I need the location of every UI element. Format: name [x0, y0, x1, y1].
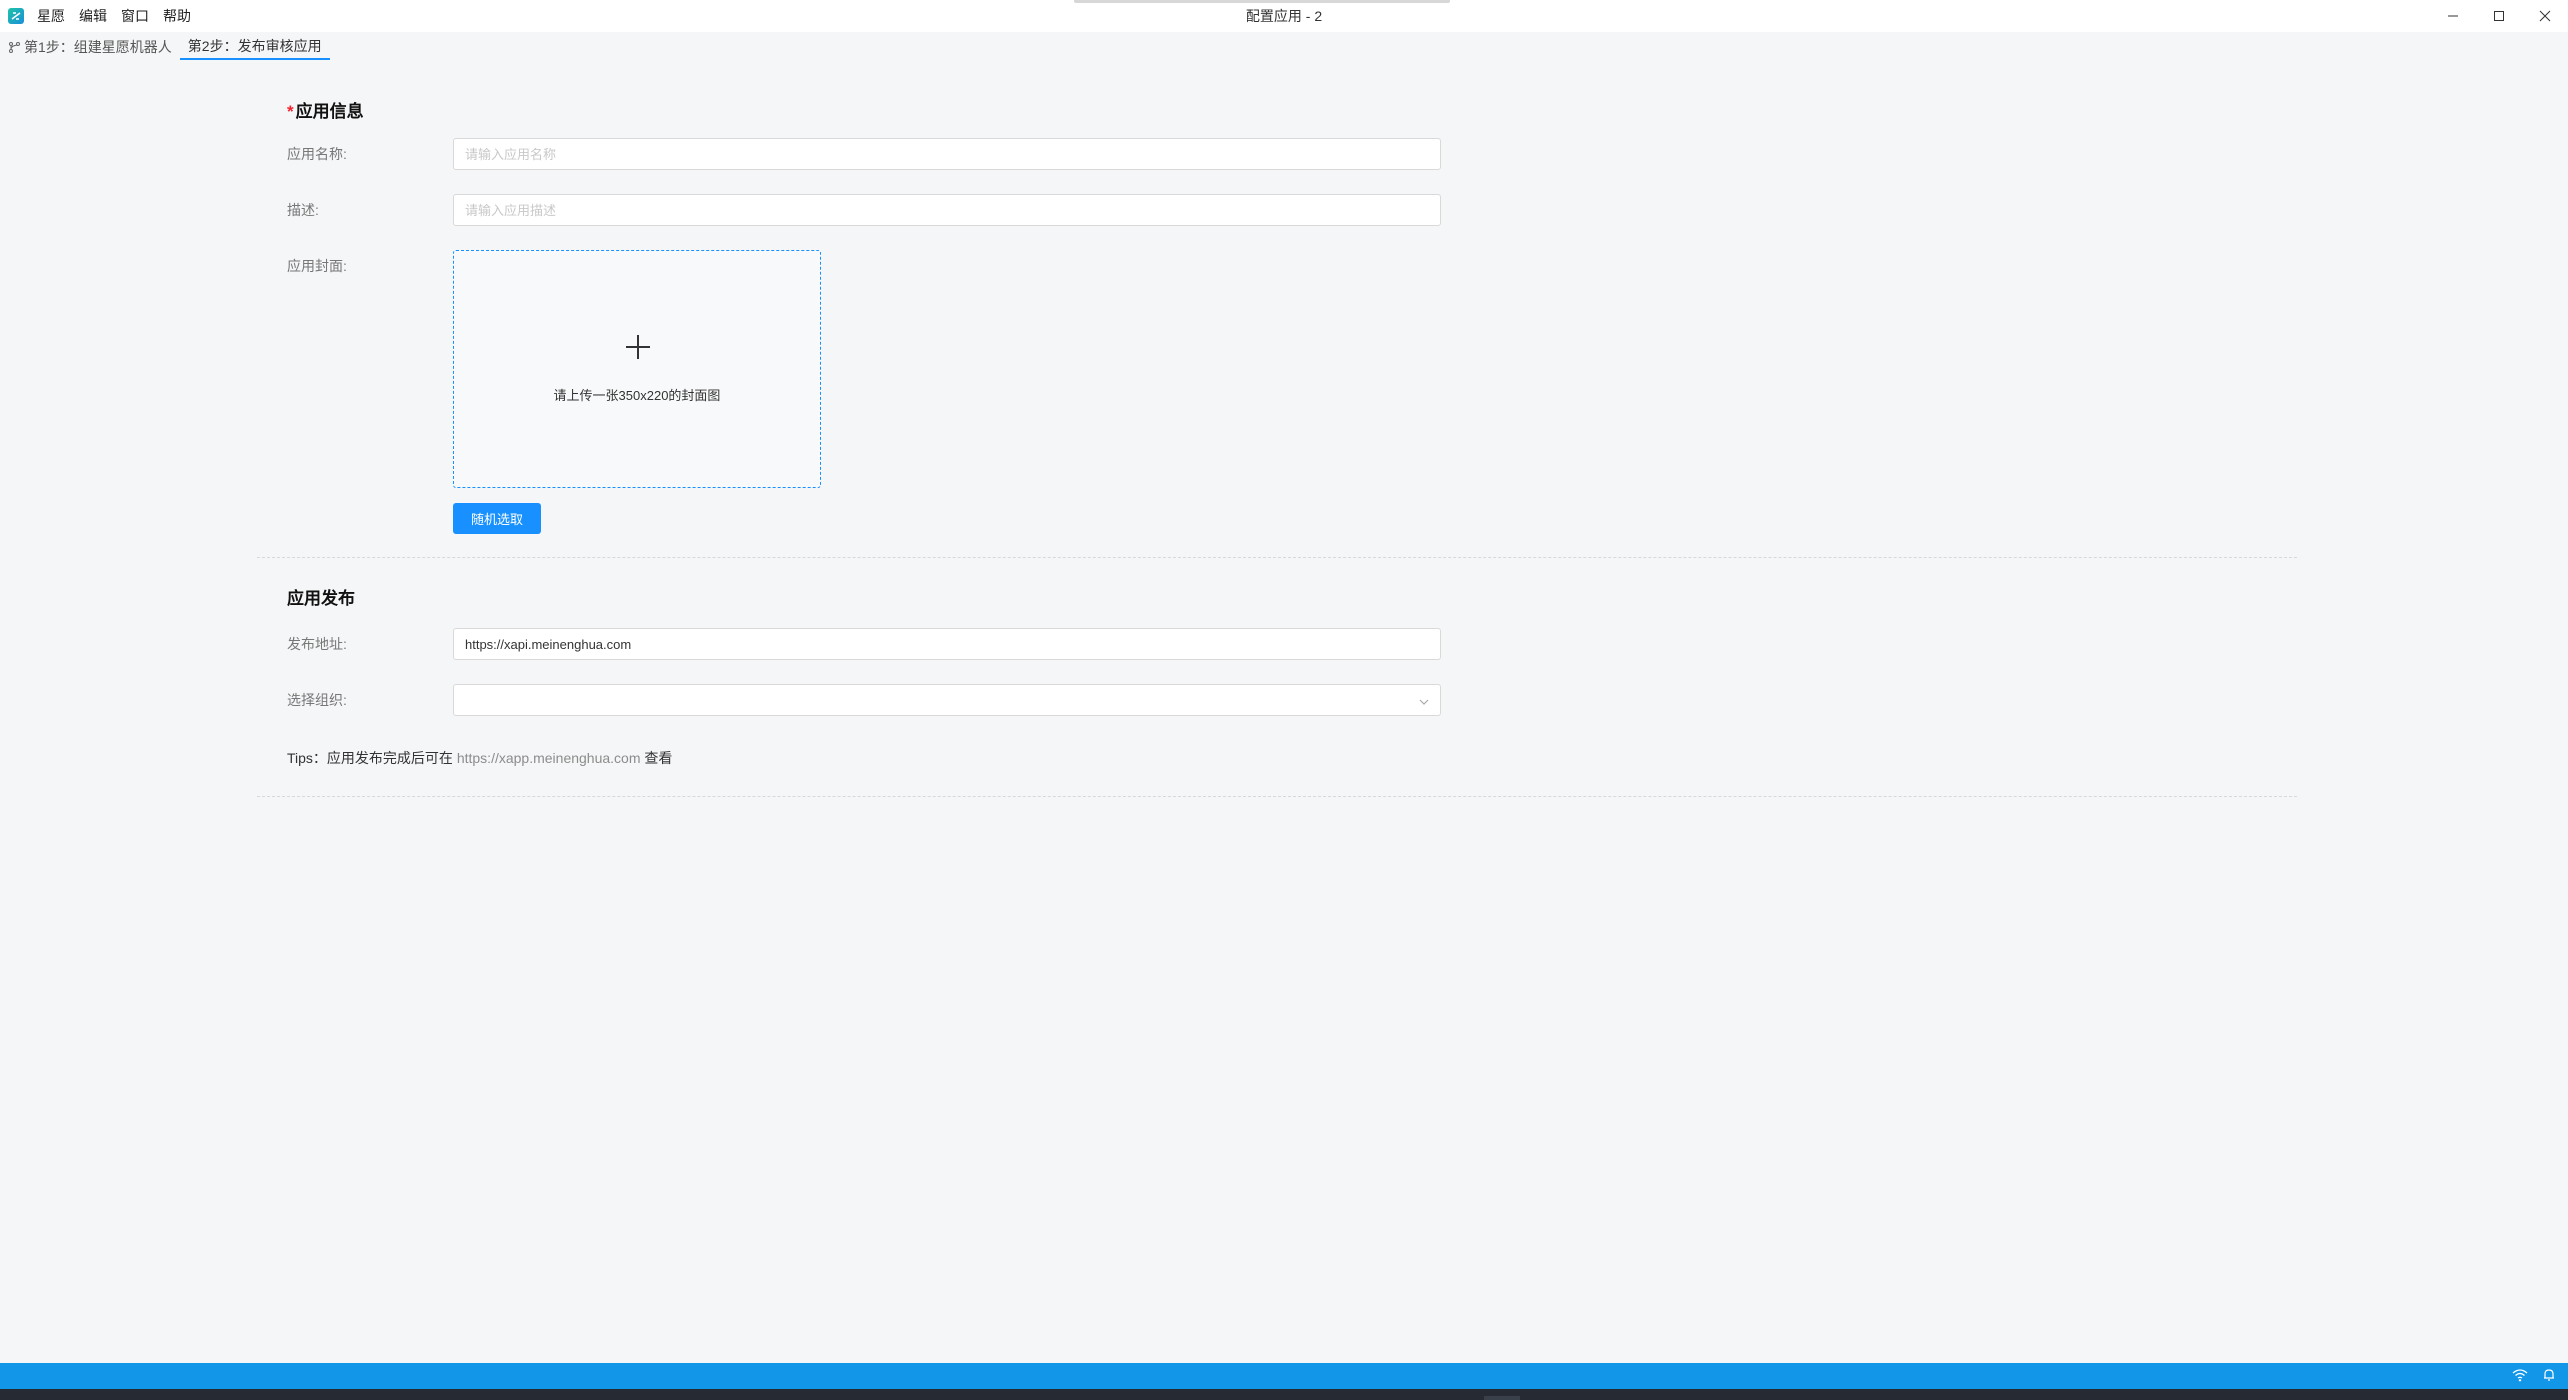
branch-icon — [8, 41, 20, 53]
minimize-icon — [2448, 15, 2458, 17]
minimize-button[interactable] — [2430, 0, 2476, 32]
organization-select[interactable] — [453, 684, 1441, 716]
tips-suffix: 查看 — [644, 750, 673, 766]
status-icons — [2512, 1368, 2556, 1387]
main-content: *应用信息 应用名称: 描述: 应用封面: 请上传一张350x220的封面图 随… — [0, 60, 2568, 1363]
close-button[interactable] — [2522, 0, 2568, 32]
plus-icon — [625, 334, 651, 365]
window-drag-handle[interactable] — [1074, 0, 1450, 3]
tab-step-2-label: 第2步：发布审核应用 — [187, 38, 322, 54]
maximize-icon — [2494, 11, 2504, 21]
menu-item-window[interactable]: 窗口 — [114, 0, 156, 32]
chevron-down-icon — [1418, 695, 1430, 713]
taskbar-indicator — [1484, 1396, 1520, 1400]
description-label: 描述: — [287, 202, 319, 218]
maximize-button[interactable] — [2476, 0, 2522, 32]
menu-item-edit[interactable]: 编辑 — [72, 0, 114, 32]
tips-prefix: Tips：应用发布完成后可在 — [287, 750, 453, 766]
required-mark: * — [287, 102, 294, 121]
random-select-button[interactable]: 随机选取 — [453, 503, 541, 534]
tab-step-2[interactable]: 第2步：发布审核应用 — [179, 34, 330, 60]
organization-label: 选择组织: — [287, 692, 347, 708]
app-name-input[interactable] — [453, 138, 1441, 170]
app-name-label: 应用名称: — [287, 146, 347, 162]
publish-address-label: 发布地址: — [287, 636, 347, 652]
app-info-title-text: 应用信息 — [295, 102, 364, 121]
upload-hint: 请上传一张350x220的封面图 — [553, 388, 721, 403]
tab-step-1-label: 第1步：组建星愿机器人 — [24, 39, 172, 55]
taskbar — [0, 1389, 2568, 1400]
app-logo-icon[interactable] — [8, 8, 24, 24]
app-info-title: * 应用信息 — [287, 97, 364, 122]
section-divider — [257, 557, 2297, 558]
cover-upload-area[interactable] — [453, 250, 821, 488]
window-controls — [2430, 0, 2568, 32]
window-title: 配置应用 - 2 — [1245, 8, 1323, 24]
tab-step-1[interactable]: 第1步：组建星愿机器人 — [0, 34, 180, 60]
bell-icon[interactable] — [2542, 1368, 2556, 1387]
wifi-icon[interactable] — [2512, 1368, 2528, 1387]
title-bar: 星愿 编辑 窗口 帮助 配置应用 - 2 — [0, 0, 2568, 32]
step-tabs: 第1步：组建星愿机器人 第2步：发布审核应用 — [0, 32, 2568, 60]
close-icon — [2539, 10, 2551, 22]
menu-item-xingyuan[interactable]: 星愿 — [30, 0, 72, 32]
menu-bar: 星愿 编辑 窗口 帮助 — [30, 0, 198, 32]
publish-title: 应用发布 — [287, 589, 355, 608]
status-bar — [0, 1363, 2568, 1389]
cover-label: 应用封面: — [287, 258, 347, 274]
tips-link[interactable]: https://xapp.meinenghua.com — [457, 750, 641, 766]
menu-item-help[interactable]: 帮助 — [156, 0, 198, 32]
section-divider-bottom — [257, 796, 2297, 797]
description-input[interactable] — [453, 194, 1441, 226]
publish-address-input[interactable] — [453, 628, 1441, 660]
tips-text: Tips：应用发布完成后可在 https://xapp.meinenghua.c… — [287, 748, 672, 768]
